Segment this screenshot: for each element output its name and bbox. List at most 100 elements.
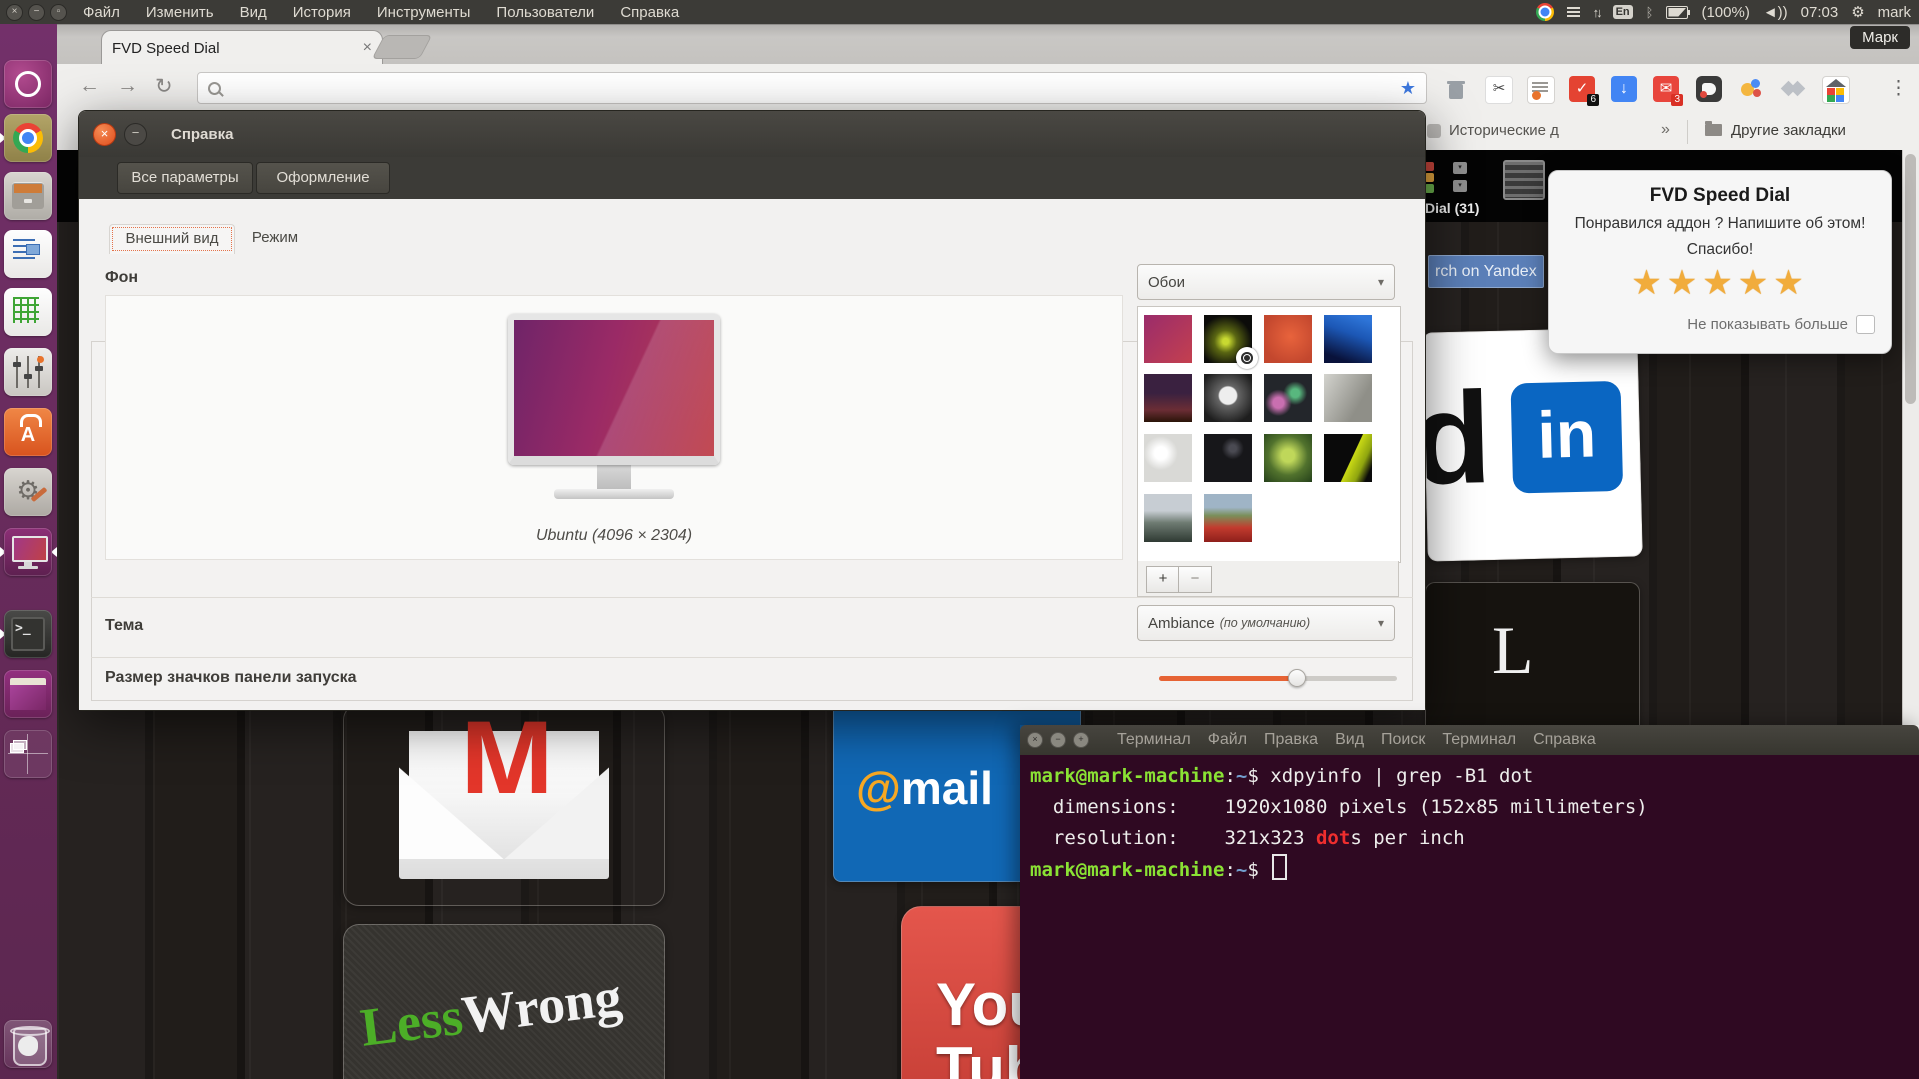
launcher-item-chrome[interactable] bbox=[4, 114, 52, 162]
launcher-item-trash[interactable] bbox=[4, 1020, 52, 1068]
back-icon[interactable]: ← bbox=[79, 74, 100, 98]
maximize-icon[interactable]: + bbox=[1073, 732, 1089, 748]
yandex-search-button[interactable]: rch on Yandex bbox=[1428, 255, 1544, 288]
browser-menu-icon[interactable]: ⋮ bbox=[1889, 77, 1908, 100]
new-tab-button[interactable] bbox=[373, 36, 431, 58]
icon-size-slider[interactable] bbox=[1159, 669, 1397, 687]
extension-trash-icon[interactable] bbox=[1443, 76, 1469, 102]
wallpaper-thumb[interactable] bbox=[1144, 374, 1192, 422]
extension-download-icon[interactable]: ↓ bbox=[1611, 76, 1637, 102]
tab-close-icon[interactable]: × bbox=[363, 39, 372, 57]
wallpaper-thumb[interactable] bbox=[1264, 434, 1312, 482]
wallpaper-thumb[interactable] bbox=[1144, 494, 1192, 542]
launcher-item-wallpaper-app[interactable] bbox=[4, 670, 52, 718]
wallpaper-thumb[interactable] bbox=[1144, 315, 1192, 363]
session-gear-icon[interactable]: ⚙ bbox=[1851, 3, 1864, 21]
rating-stars[interactable]: ★★★★★ bbox=[1549, 263, 1891, 303]
dial-count-label[interactable]: Dial (31) bbox=[1425, 200, 1479, 216]
close-icon[interactable]: × bbox=[93, 123, 116, 146]
menu-users[interactable]: Пользователи bbox=[496, 4, 594, 21]
slider-handle[interactable] bbox=[1288, 669, 1306, 687]
theme-dropdown[interactable]: Ambiance (по умолчанию) ▾ bbox=[1137, 605, 1395, 641]
launcher-item-mixer[interactable] bbox=[4, 348, 52, 396]
extension-dropbox-icon[interactable] bbox=[1780, 76, 1806, 102]
keyboard-layout-indicator[interactable]: En bbox=[1613, 5, 1633, 19]
launcher-item-workspaces[interactable] bbox=[4, 730, 52, 778]
remove-wallpaper-button[interactable]: − bbox=[1178, 566, 1212, 593]
maximize-icon[interactable]: ▫ bbox=[50, 4, 67, 21]
wallpaper-thumb[interactable] bbox=[1144, 434, 1192, 482]
wallpaper-thumb[interactable] bbox=[1324, 315, 1372, 363]
bookmarks-overflow-chevron[interactable]: » bbox=[1661, 121, 1670, 139]
close-icon[interactable]: × bbox=[1027, 732, 1043, 748]
menu-history[interactable]: История bbox=[293, 4, 351, 21]
extension-todoist-icon[interactable]: ✓ 6 bbox=[1569, 76, 1595, 102]
dismiss-checkbox[interactable] bbox=[1856, 315, 1875, 334]
wallpaper-thumb[interactable] bbox=[1264, 315, 1312, 363]
extension-paw-icon[interactable] bbox=[1738, 76, 1764, 102]
dialog-titlebar[interactable]: × − Справка bbox=[79, 111, 1425, 157]
dial-red-icon[interactable] bbox=[1425, 162, 1434, 171]
terminal-content[interactable]: mark@mark-machine:~$ xdpyinfo | grep -B1… bbox=[1020, 755, 1919, 1079]
menu-view[interactable]: Вид bbox=[240, 4, 267, 21]
wallpaper-thumb[interactable] bbox=[1264, 374, 1312, 422]
menu-help[interactable]: Справка bbox=[1533, 731, 1596, 749]
network-icon[interactable]: ↑↓ bbox=[1593, 5, 1600, 20]
extension-evernote-icon[interactable] bbox=[1696, 76, 1722, 102]
all-settings-button[interactable]: Все параметры bbox=[117, 162, 253, 194]
launcher-item-software[interactable]: A bbox=[4, 408, 52, 456]
menu-help[interactable]: Справка bbox=[620, 4, 679, 21]
menu-edit[interactable]: Изменить bbox=[146, 4, 214, 21]
wallpapers-dropdown[interactable]: Обои ▾ bbox=[1137, 264, 1395, 300]
user-menu-badge[interactable]: Марк bbox=[1850, 26, 1910, 49]
wallpaper-thumb[interactable] bbox=[1204, 434, 1252, 482]
dial-green-icon[interactable] bbox=[1425, 184, 1434, 193]
minimize-icon[interactable]: − bbox=[124, 123, 147, 146]
session-username[interactable]: mark bbox=[1878, 4, 1911, 21]
terminal-titlebar[interactable]: × − + Терминал Файл Правка Вид Поиск Тер… bbox=[1020, 725, 1919, 756]
minimize-icon[interactable]: − bbox=[1050, 732, 1066, 748]
dial-tile-gmail[interactable]: M bbox=[343, 704, 665, 906]
bookmark-other-folder[interactable]: Другие закладки bbox=[1731, 122, 1846, 139]
menu-tools[interactable]: Инструменты bbox=[377, 4, 471, 21]
battery-icon[interactable] bbox=[1666, 6, 1688, 19]
extension-home-icon[interactable] bbox=[1822, 76, 1850, 104]
appearance-button[interactable]: Оформление bbox=[256, 162, 390, 194]
launcher-item-dash[interactable] bbox=[4, 60, 52, 108]
wallpaper-thumb[interactable] bbox=[1324, 434, 1372, 482]
extension-document-icon[interactable] bbox=[1527, 76, 1555, 104]
forward-icon[interactable]: → bbox=[117, 74, 138, 98]
launcher-item-writer[interactable] bbox=[4, 230, 52, 278]
launcher-item-calc[interactable] bbox=[4, 288, 52, 336]
launcher-item-displays[interactable] bbox=[4, 528, 52, 576]
menu-terminal[interactable]: Терминал bbox=[1442, 731, 1516, 749]
tab-behavior[interactable]: Режим bbox=[237, 224, 313, 254]
launcher-item-settings[interactable]: ⚙ bbox=[4, 468, 52, 516]
extension-scissors-icon[interactable]: ✂ bbox=[1485, 76, 1513, 104]
dial-tile-l[interactable]: L bbox=[1425, 582, 1640, 749]
dial-dropdown-button[interactable]: ▾ bbox=[1453, 162, 1467, 174]
address-bar[interactable]: ★ bbox=[197, 72, 1427, 104]
chrome-tray-icon[interactable] bbox=[1536, 3, 1554, 21]
bookmark-historical[interactable]: Исторические д bbox=[1449, 122, 1559, 139]
wallpaper-thumb[interactable] bbox=[1204, 374, 1252, 422]
menu-view[interactable]: Вид bbox=[1335, 731, 1364, 749]
wallpaper-thumb[interactable] bbox=[1324, 374, 1372, 422]
wallpaper-thumb-selected[interactable] bbox=[1204, 315, 1252, 363]
add-wallpaper-button[interactable]: + bbox=[1146, 566, 1180, 593]
scrollbar-thumb[interactable] bbox=[1905, 154, 1916, 404]
tab-appearance[interactable]: Внешний вид bbox=[109, 224, 235, 254]
bookmark-star-icon[interactable]: ★ bbox=[1400, 78, 1416, 99]
menu-file[interactable]: Файл bbox=[83, 4, 120, 21]
tab-fvd-speed-dial[interactable]: FVD Speed Dial × bbox=[102, 31, 382, 65]
wallpaper-thumb[interactable] bbox=[1204, 494, 1252, 542]
reload-icon[interactable]: ↻ bbox=[155, 74, 173, 99]
menu-search[interactable]: Поиск bbox=[1381, 731, 1425, 749]
launcher-item-terminal[interactable]: >_ bbox=[4, 610, 52, 658]
minimize-icon[interactable]: − bbox=[28, 4, 45, 21]
app-menu-icon[interactable] bbox=[1567, 7, 1580, 17]
fvd-logo-icon[interactable] bbox=[1503, 160, 1545, 200]
dial-orange-icon[interactable] bbox=[1425, 173, 1434, 182]
clock[interactable]: 07:03 bbox=[1801, 4, 1839, 21]
extension-mail-icon[interactable]: ✉ 3 bbox=[1653, 76, 1679, 102]
